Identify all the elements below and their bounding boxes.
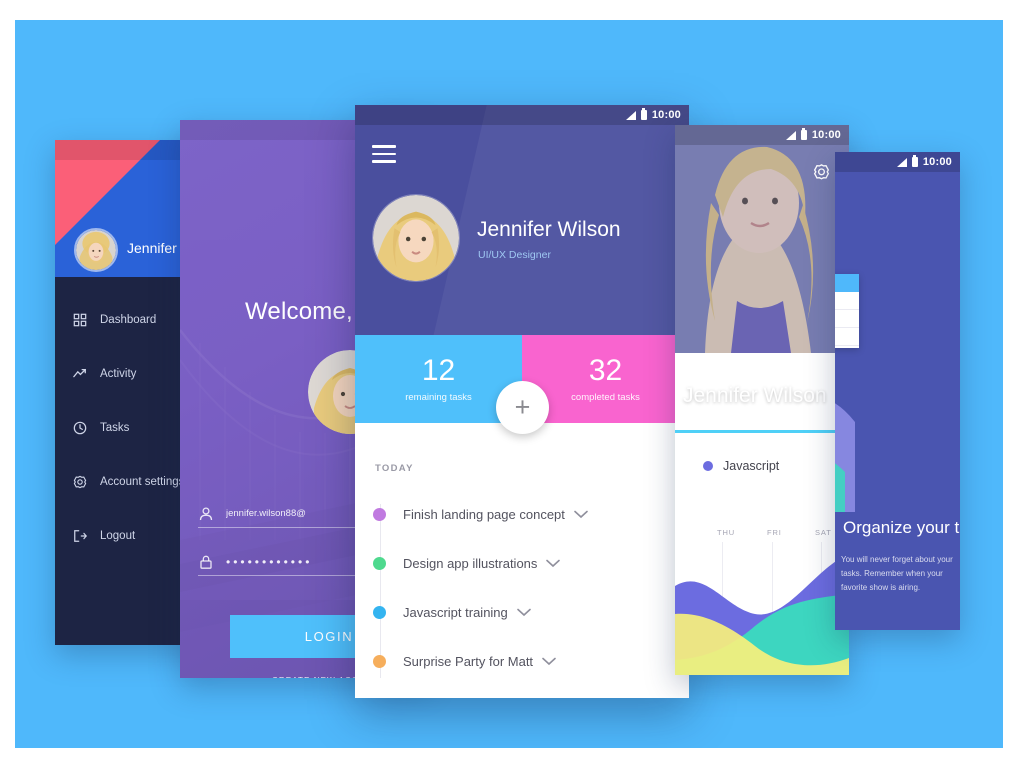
username-value: jennifer.wilson88@: [226, 508, 306, 519]
gear-icon[interactable]: [812, 163, 831, 182]
task-item[interactable]: Javascript training: [355, 588, 689, 637]
phone-dashboard: 10:00 Jennifer Wilson UI/UX Designer + 1…: [355, 105, 689, 698]
chart-axis: THU FRI SAT: [675, 528, 849, 675]
task-label: Design app illustrations: [403, 556, 538, 571]
sidebar-item-label: Activity: [100, 368, 137, 380]
stat-value: 12: [421, 353, 456, 387]
stat-value: 32: [588, 353, 623, 387]
area-chart: [675, 554, 849, 675]
stat-label: completed tasks: [571, 391, 640, 403]
signal-icon: [625, 110, 636, 120]
chevron-down-icon[interactable]: [546, 559, 561, 568]
plus-icon: +: [514, 392, 531, 422]
user-name: Jennifer Wilson: [683, 384, 827, 407]
chart-card: Javascript THU FRI SAT: [675, 430, 849, 675]
status-time: 10:00: [811, 129, 841, 141]
battery-icon: [911, 155, 918, 167]
avatar-photo: [76, 230, 116, 270]
password-value: ••••••••••••: [226, 554, 313, 569]
task-label: Finish landing page concept: [403, 507, 565, 522]
profile-photo-background: [675, 125, 849, 353]
trending-up-icon: [73, 368, 86, 378]
task-item[interactable]: Surprise Party for Matt: [355, 637, 689, 686]
status-bar: 10:00: [835, 152, 960, 172]
user-name: Jennifer: [127, 240, 177, 256]
onboarding-title: Organize your tasks: [843, 518, 960, 537]
legend-color-dot: [703, 461, 713, 471]
phone-onboarding: 10:00 Organize your tasks You will never…: [835, 152, 960, 630]
logout-icon: [74, 530, 87, 542]
user-role: UI/UX Designer: [478, 249, 551, 261]
task-color-dot: [373, 606, 386, 619]
task-list: Finish landing page concept Design app i…: [355, 490, 689, 686]
task-item[interactable]: Design app illustrations: [355, 539, 689, 588]
sidebar-item-label: Account settings: [100, 476, 185, 488]
chevron-down-icon[interactable]: [574, 510, 588, 519]
status-time: 10:00: [922, 156, 952, 168]
phone-profile-chart: 10:00 Jennifer Wilson Javascript THU FRI…: [675, 125, 849, 675]
avatar-photo: [373, 195, 459, 281]
chart-legend: Javascript: [703, 459, 779, 473]
task-label: Surprise Party for Matt: [403, 654, 534, 669]
section-label-today: TODAY: [375, 463, 414, 474]
avatar: [372, 194, 460, 282]
add-task-fab[interactable]: +: [496, 381, 549, 434]
chevron-down-icon[interactable]: [516, 608, 531, 617]
legend-label: Javascript: [723, 459, 780, 473]
welcome-title: Welcome,: [245, 298, 353, 325]
chevron-down-icon[interactable]: [542, 657, 556, 666]
task-item[interactable]: Finish landing page concept: [355, 490, 689, 539]
lock-icon: [200, 555, 212, 569]
grid-icon: [73, 313, 87, 327]
battery-icon: [800, 128, 807, 140]
mockup-canvas: Jennifer Dashboard Activity Tasks Accoun…: [15, 20, 1003, 748]
battery-icon: [640, 108, 647, 120]
clock-icon: [73, 421, 87, 435]
status-time: 10:00: [651, 109, 681, 121]
hamburger-icon[interactable]: [372, 145, 396, 168]
task-color-dot: [373, 557, 386, 570]
profile-photo: [675, 125, 849, 353]
signal-icon: [785, 130, 796, 140]
sidebar-item-label: Dashboard: [100, 314, 157, 326]
onboarding-illustration: [835, 403, 855, 512]
onboarding-body: You will never forget about your tasks. …: [841, 555, 953, 592]
user-name: Jennifer Wilson: [477, 218, 621, 241]
gear-icon: [73, 475, 87, 489]
stat-label: remaining tasks: [405, 391, 472, 403]
sidebar-item-label: Logout: [100, 530, 136, 542]
signal-icon: [896, 157, 907, 167]
task-color-dot: [373, 655, 386, 668]
sidebar-item-label: Tasks: [100, 422, 130, 434]
avatar: [74, 228, 118, 272]
status-bar: 10:00: [675, 125, 849, 145]
person-icon: [199, 506, 213, 520]
task-color-dot: [373, 508, 386, 521]
status-bar: 10:00: [355, 105, 689, 125]
task-label: Javascript training: [403, 605, 508, 620]
